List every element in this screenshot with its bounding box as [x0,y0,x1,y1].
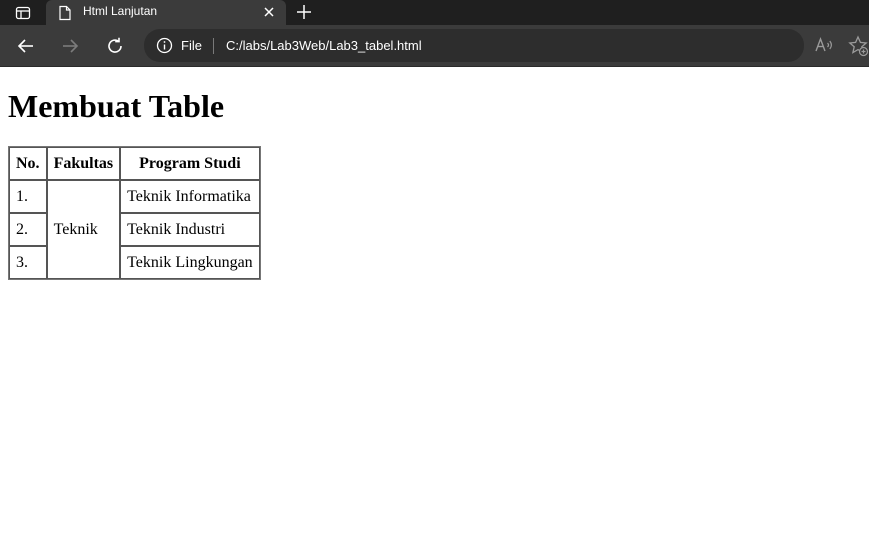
refresh-button[interactable] [103,34,127,58]
site-info-label[interactable]: File [181,38,202,53]
forward-arrow-icon [63,39,79,53]
table-header-row: No. Fakultas Program Studi [9,147,260,180]
read-aloud-icon[interactable] [812,34,836,58]
page-icon [59,5,71,21]
address-bar[interactable]: File C:/labs/Lab3Web/Lab3_tabel.html [144,29,804,62]
tab-active[interactable]: Html Lanjutan [46,0,286,28]
plus-icon[interactable] [294,2,314,22]
forward-button[interactable] [58,34,82,58]
data-table: No. Fakultas Program Studi 1. Teknik Tek… [8,146,261,280]
tab-strip: Html Lanjutan [0,0,869,28]
page-content: Membuat Table No. Fakultas Program Studi… [0,88,869,280]
add-favorite-icon[interactable] [846,34,869,58]
page-title: Membuat Table [8,88,225,124]
program-cell: Teknik Informatika [120,180,260,213]
tab-title: Html Lanjutan [83,4,158,18]
back-button[interactable] [14,34,38,58]
close-icon[interactable] [262,5,276,19]
tab-actions-button[interactable] [8,3,38,23]
header-fakultas: Fakultas [46,147,121,180]
header-program-studi: Program Studi [120,147,260,180]
program-cell: Teknik Lingkungan [120,246,260,279]
browser-toolbar: File C:/labs/Lab3Web/Lab3_tabel.html [0,25,869,67]
info-icon[interactable] [156,37,173,54]
faculty-cell: Teknik [46,180,121,279]
row-number: 2. [9,213,47,246]
url-text[interactable]: C:/labs/Lab3Web/Lab3_tabel.html [226,38,422,53]
address-divider [213,38,214,54]
table-row: 1. Teknik Teknik Informatika [9,180,260,279]
refresh-icon [108,37,122,53]
header-no: No. [9,147,47,180]
tab-actions-icon [15,6,31,20]
program-cell: Teknik Industri [120,213,260,246]
row-number: 3. [9,246,47,279]
row-number: 1. [9,180,47,213]
back-arrow-icon [17,39,33,53]
